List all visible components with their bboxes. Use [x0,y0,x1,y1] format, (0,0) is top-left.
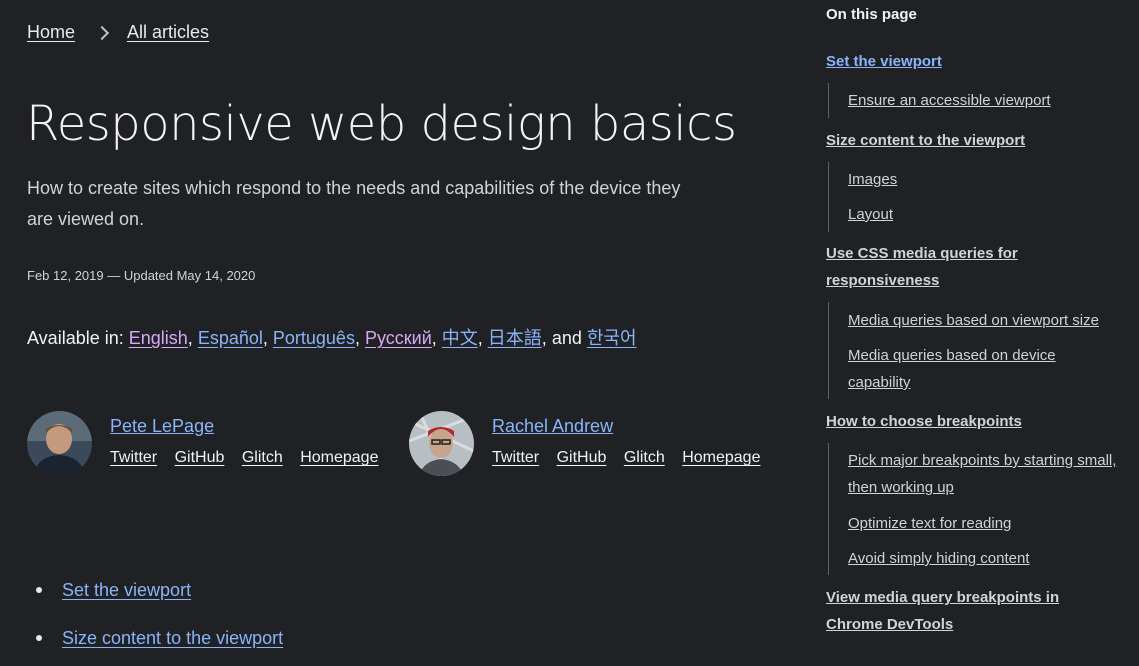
sidebar-subgroup: Media queries based on viewport size Med… [828,302,1118,399]
avatar [27,411,92,476]
sidebar-item-devtools[interactable]: View media query breakpoints in Chrome D… [826,584,1116,638]
language-link-english[interactable]: English [129,328,188,348]
sidebar-item-breakpoints[interactable]: How to choose breakpoints [826,408,1116,435]
sidebar-subitem-accessible-viewport[interactable]: Ensure an accessible viewport [829,87,1118,114]
language-link-portugues[interactable]: Português [273,328,355,348]
sidebar-item-size-content[interactable]: Size content to the viewport [826,127,1116,154]
sidebar-subgroup: Images Layout [828,162,1118,232]
sidebar-subitem-layout[interactable]: Layout [829,201,1118,228]
page: Home All articles Responsive web design … [0,0,1139,666]
sidebar-subitem-device-capability[interactable]: Media queries based on device capability [829,342,1118,396]
avatar [409,411,474,476]
bullet-icon [36,635,42,641]
publish-dates: Feb 12, 2019 — Updated May 14, 2020 [27,268,256,283]
page-title: Responsive web design basics [26,96,737,152]
language-link-russian[interactable]: Русский [365,328,432,348]
available-label: Available in: [27,328,124,348]
sidebar-subitem-major-breakpoints[interactable]: Pick major breakpoints by starting small… [829,447,1118,501]
breadcrumb: Home All articles [27,22,209,43]
sidebar-subitem-viewport-size[interactable]: Media queries based on viewport size [829,307,1118,334]
author-glitch-link[interactable]: Glitch [242,449,283,466]
breadcrumb-home-link[interactable]: Home [27,22,75,43]
author-twitter-link[interactable]: Twitter [492,449,539,466]
list-item: Size content to the viewport [36,614,283,662]
sidebar-subitem-images[interactable]: Images [829,166,1118,193]
list-item: Set the viewport [36,566,283,614]
author-name-link[interactable]: Pete LePage [110,416,391,437]
sidebar-subitem-avoid-hiding[interactable]: Avoid simply hiding content [829,545,1118,572]
author-card: Rachel Andrew Twitter GitHub Glitch Home… [409,411,773,476]
sidebar-item-media-queries[interactable]: Use CSS media queries for responsiveness [826,240,1116,294]
chevron-right-icon [94,25,110,40]
bullet-icon [36,587,42,593]
article-toc: Set the viewport Size content to the vie… [36,566,283,662]
page-subtitle: How to create sites which respond to the… [27,178,681,229]
available-and: and [551,328,582,348]
author-card: Pete LePage Twitter GitHub Glitch Homepa… [27,411,391,476]
toc-link-set-viewport[interactable]: Set the viewport [62,580,191,601]
author-homepage-link[interactable]: Homepage [682,449,760,466]
available-languages: Available in: English, Español, Portuguê… [27,328,637,348]
author-glitch-link[interactable]: Glitch [624,449,665,466]
author-twitter-link[interactable]: Twitter [110,449,157,466]
language-link-korean[interactable]: 한국어 [587,328,637,348]
language-link-chinese[interactable]: 中文 [442,328,478,348]
language-link-japanese[interactable]: 日本語 [488,328,542,348]
author-homepage-link[interactable]: Homepage [300,449,378,466]
sidebar-subgroup: Ensure an accessible viewport [828,83,1118,118]
author-name-link[interactable]: Rachel Andrew [492,416,773,437]
sidebar-item-set-viewport[interactable]: Set the viewport [826,48,1116,75]
author-github-link[interactable]: GitHub [557,449,607,466]
sidebar-subitem-optimize-text[interactable]: Optimize text for reading [829,510,1118,537]
breadcrumb-all-articles-link[interactable]: All articles [127,22,209,43]
language-link-espanol[interactable]: Español [198,328,263,348]
sidebar-subgroup: Pick major breakpoints by starting small… [828,443,1118,575]
toc-link-size-content[interactable]: Size content to the viewport [62,628,283,649]
sidebar-heading: On this page [826,6,917,23]
author-github-link[interactable]: GitHub [175,449,225,466]
